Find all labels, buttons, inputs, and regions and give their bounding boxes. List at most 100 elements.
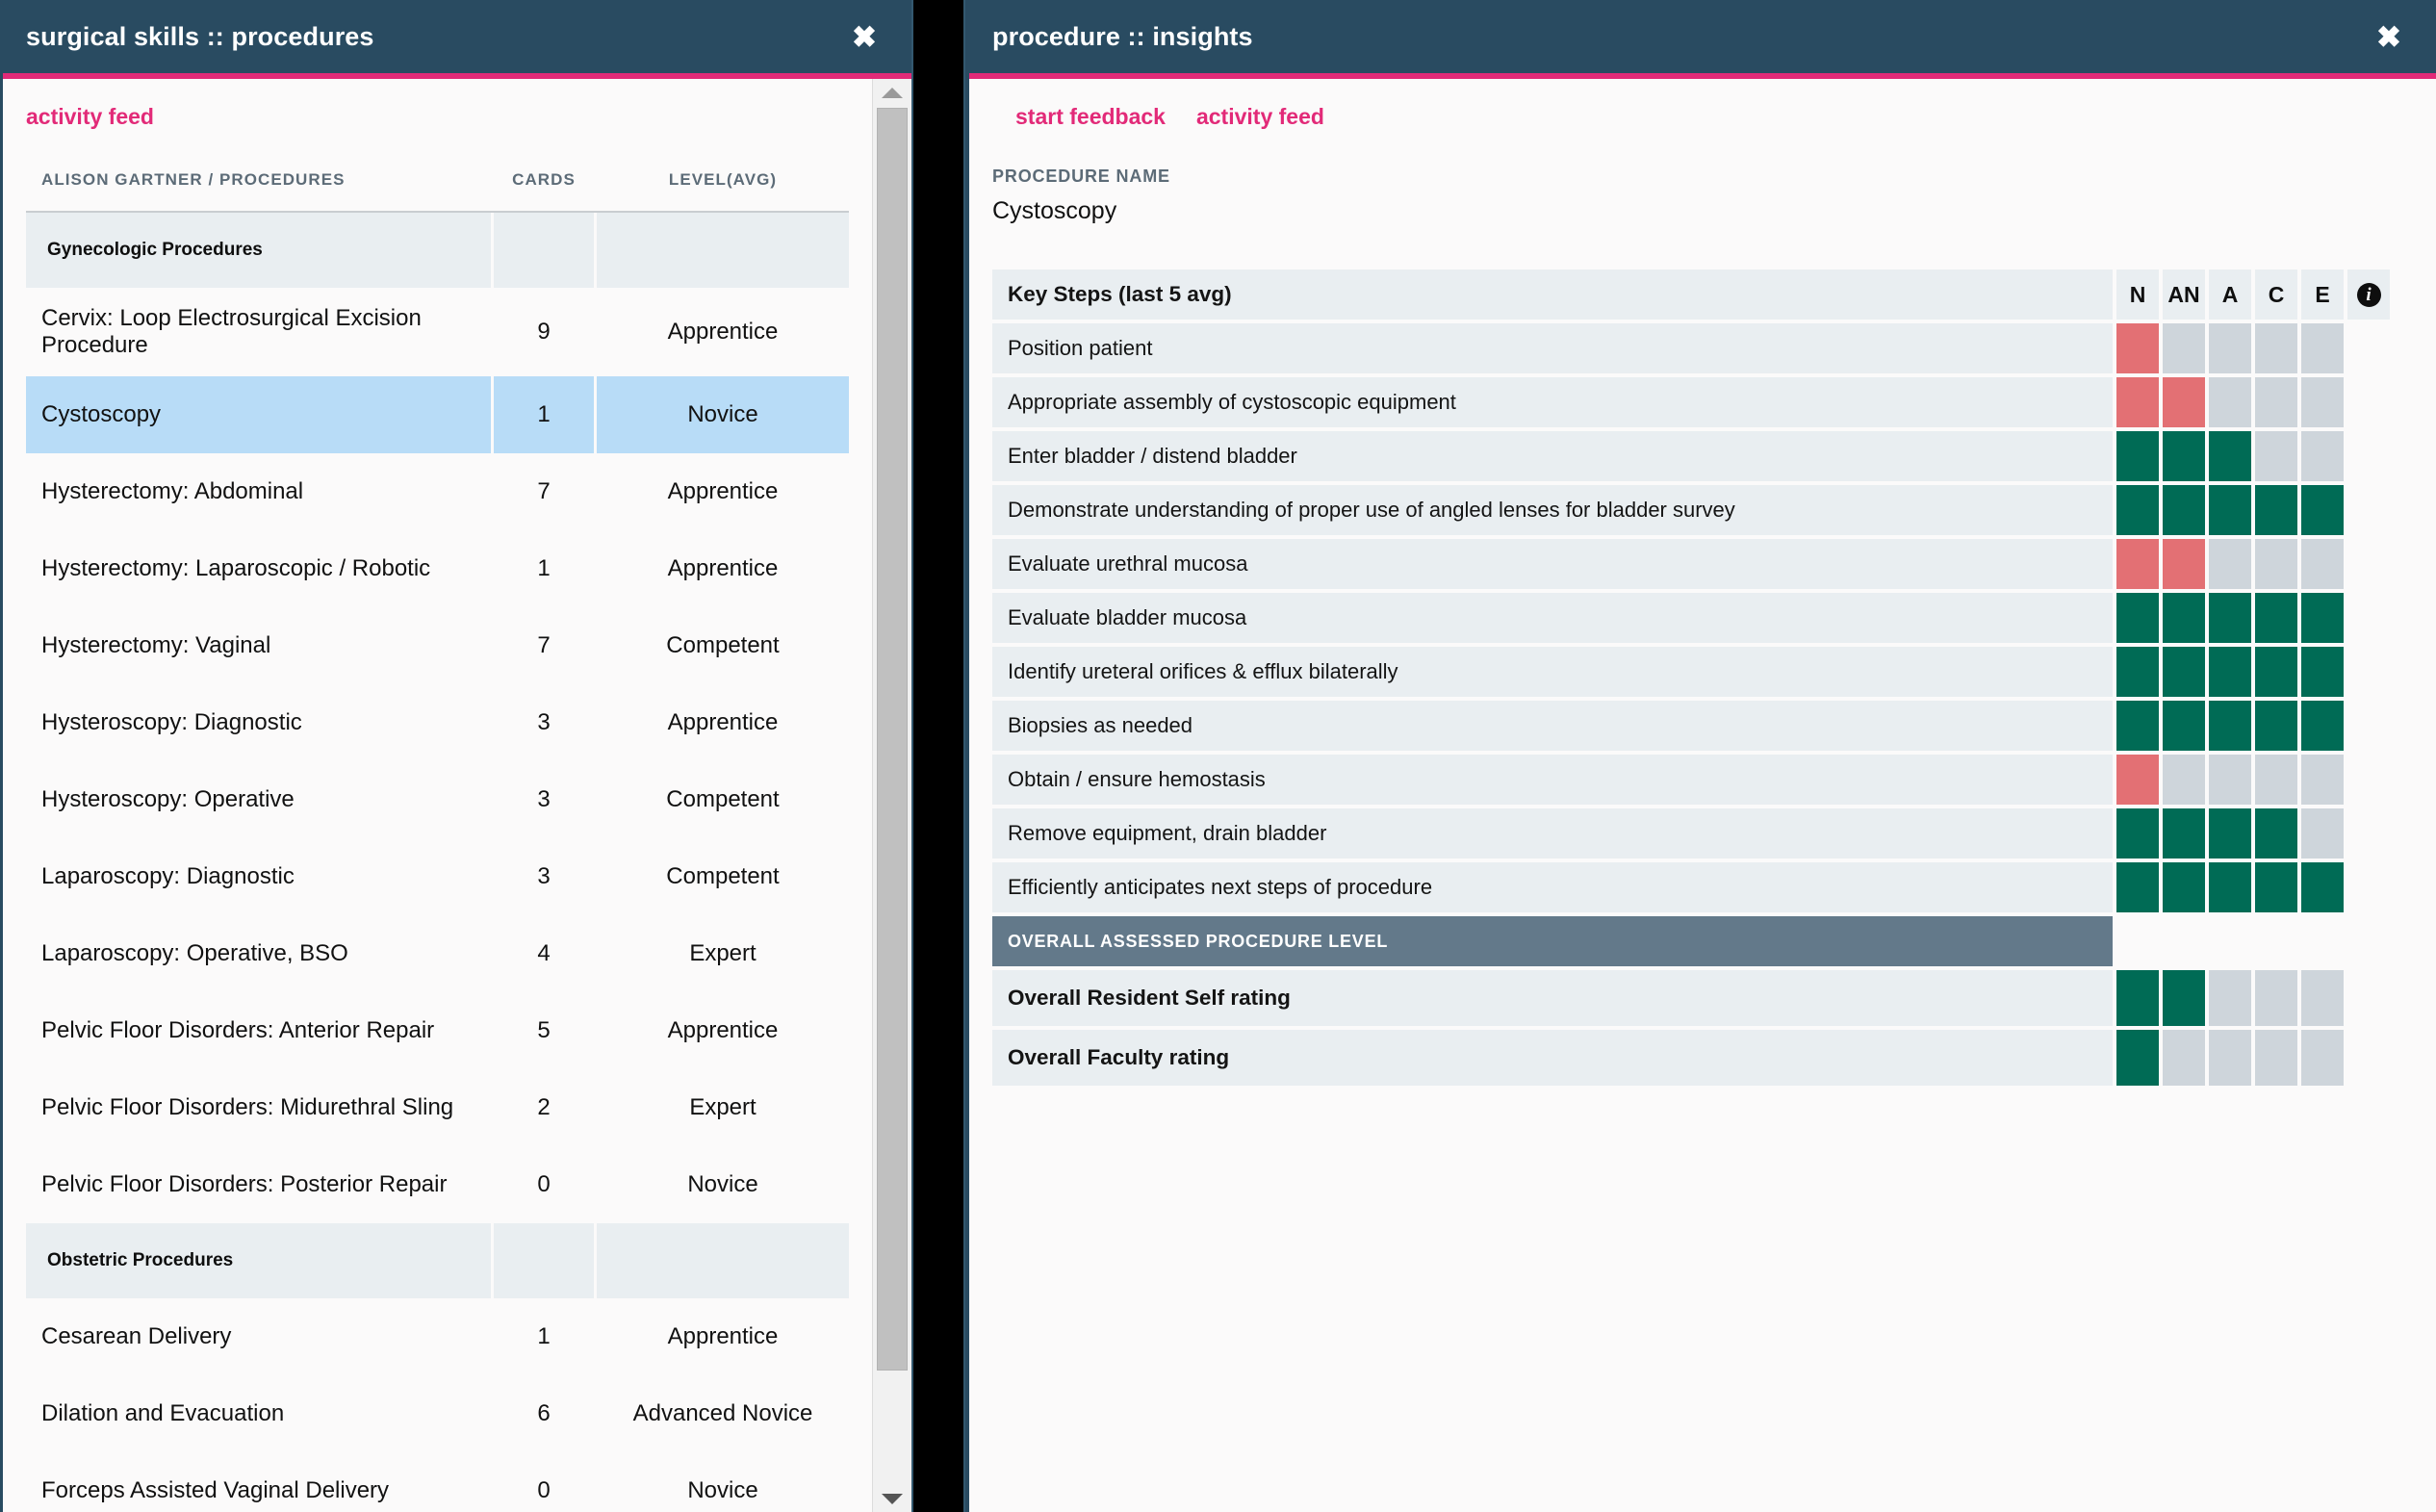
key-step-row[interactable]: Enter bladder / distend bladder xyxy=(992,431,2390,481)
rating-cells xyxy=(2113,808,2390,859)
procedure-cards: 9 xyxy=(537,319,551,345)
procedure-name: Hysteroscopy: Diagnostic xyxy=(41,709,302,735)
procedure-cards: 7 xyxy=(537,478,551,504)
procedure-name: Hysterectomy: Laparoscopic / Robotic xyxy=(41,555,431,581)
rating-cell-an xyxy=(2163,593,2205,643)
key-step-row[interactable]: Obtain / ensure hemostasis xyxy=(992,755,2390,805)
rating-cell-spacer xyxy=(2347,377,2390,427)
table-row[interactable]: Laparoscopy: Diagnostic 3 Competent xyxy=(26,838,849,915)
table-row[interactable]: Hysterectomy: Vaginal 7 Competent xyxy=(26,607,849,684)
insights-window-title: procedure :: insights xyxy=(992,21,1253,51)
key-step-label: Obtain / ensure hemostasis xyxy=(992,755,2113,805)
key-step-label: Efficiently anticipates next steps of pr… xyxy=(992,862,2113,912)
rating-cell-an xyxy=(2163,1030,2205,1086)
insights-body: start feedback activity feed PROCEDURE N… xyxy=(969,79,2436,1512)
rating-cell-c xyxy=(2255,808,2297,859)
overall-rating-row[interactable]: Overall Faculty rating xyxy=(992,1030,2390,1086)
overall-rating-row[interactable]: Overall Resident Self rating xyxy=(992,970,2390,1026)
key-step-row[interactable]: Remove equipment, drain bladder xyxy=(992,808,2390,859)
procedure-level xyxy=(597,1223,849,1298)
rating-cell-c xyxy=(2255,539,2297,589)
rating-cell-an xyxy=(2163,377,2205,427)
procedure-level: Competent xyxy=(666,786,780,812)
chevron-down-icon[interactable] xyxy=(873,1485,911,1512)
info-icon[interactable]: i xyxy=(2347,269,2390,320)
table-row[interactable]: Cervix: Loop Electrosurgical Excision Pr… xyxy=(26,288,849,376)
link-activity-feed[interactable]: activity feed xyxy=(26,104,154,130)
table-row[interactable]: Hysteroscopy: Operative 3 Competent xyxy=(26,761,849,838)
procedure-cards: 1 xyxy=(537,1323,551,1349)
key-step-row[interactable]: Position patient xyxy=(992,323,2390,373)
rating-cell-c xyxy=(2255,755,2297,805)
rating-cell-spacer xyxy=(2347,916,2390,966)
procedure-cards: 5 xyxy=(537,1017,551,1043)
table-row[interactable]: Pelvic Floor Disorders: Posterior Repair… xyxy=(26,1146,849,1223)
key-step-row[interactable]: Demonstrate understanding of proper use … xyxy=(992,485,2390,535)
rating-cell-c xyxy=(2255,323,2297,373)
rating-cell-an xyxy=(2163,862,2205,912)
procedure-name-label: PROCEDURE NAME xyxy=(992,167,1170,186)
column-header-level[interactable]: LEVEL(AVG) xyxy=(597,161,849,213)
rating-cell-n xyxy=(2116,485,2159,535)
key-step-row[interactable]: Efficiently anticipates next steps of pr… xyxy=(992,862,2390,912)
scale-header-c: C xyxy=(2255,269,2297,320)
key-step-label: Enter bladder / distend bladder xyxy=(992,431,2113,481)
rating-cell-a xyxy=(2209,862,2251,912)
table-row[interactable]: Cesarean Delivery 1 Apprentice xyxy=(26,1298,849,1375)
table-row[interactable]: Pelvic Floor Disorders: Anterior Repair 5… xyxy=(26,992,849,1069)
rating-cell-an xyxy=(2163,485,2205,535)
procedures-table-head: ALISON GARTNER / PROCEDURES CARDS LEVEL(… xyxy=(26,161,849,213)
rating-cell-n xyxy=(2116,755,2159,805)
rating-cell-c xyxy=(2255,970,2297,1026)
rating-cells xyxy=(2113,323,2390,373)
procedure-name: Hysterectomy: Abdominal xyxy=(41,478,304,504)
table-row[interactable]: Laparoscopy: Operative, BSO 4 Expert xyxy=(26,915,849,992)
rating-cells xyxy=(2113,755,2390,805)
procedure-name: Pelvic Floor Disorders: Midurethral Slin… xyxy=(41,1094,454,1120)
rating-cells xyxy=(2113,485,2390,535)
key-step-row[interactable]: Evaluate urethral mucosa xyxy=(992,539,2390,589)
rating-cells xyxy=(2113,862,2390,912)
close-icon[interactable]: ✖ xyxy=(2371,18,2407,56)
chevron-up-icon[interactable] xyxy=(873,79,911,106)
table-row-selected[interactable]: Cystoscopy 1 Novice xyxy=(26,376,849,453)
table-row[interactable]: Hysteroscopy: Diagnostic 3 Apprentice xyxy=(26,684,849,761)
column-header-name[interactable]: ALISON GARTNER / PROCEDURES xyxy=(26,161,491,213)
rating-cell-c xyxy=(2255,701,2297,751)
table-row[interactable]: Hysterectomy: Abdominal 7 Apprentice xyxy=(26,453,849,530)
rating-cell-e xyxy=(2301,377,2344,427)
procedures-titlebar: surgical skills :: procedures ✖ xyxy=(3,0,911,79)
rating-cells xyxy=(2113,970,2390,1026)
key-step-label: Appropriate assembly of cystoscopic equi… xyxy=(992,377,2113,427)
key-step-row[interactable]: Appropriate assembly of cystoscopic equi… xyxy=(992,377,2390,427)
close-icon[interactable]: ✖ xyxy=(846,18,883,56)
procedure-name: Laparoscopy: Diagnostic xyxy=(41,863,295,889)
scale-header-cells: N AN A C Ei xyxy=(2113,269,2390,320)
rating-cells xyxy=(2113,1030,2390,1086)
procedures-scrollbar[interactable] xyxy=(872,79,911,1512)
procedure-cards: 3 xyxy=(537,863,551,889)
scrollbar-thumb[interactable] xyxy=(877,108,908,1371)
rating-cell-n xyxy=(2116,539,2159,589)
table-row[interactable]: Dilation and Evacuation 6 Advanced Novice xyxy=(26,1375,849,1452)
key-step-row[interactable]: Identify ureteral orifices & efflux bila… xyxy=(992,647,2390,697)
rating-cell-spacer xyxy=(2347,808,2390,859)
rating-cell-an xyxy=(2163,755,2205,805)
procedures-header-row: ALISON GARTNER / PROCEDURES CARDS LEVEL(… xyxy=(26,161,849,213)
table-row[interactable]: Pelvic Floor Disorders: Midurethral Slin… xyxy=(26,1069,849,1146)
rating-cell-spacer xyxy=(2116,916,2159,966)
table-row[interactable]: Hysterectomy: Laparoscopic / Robotic 1 App… xyxy=(26,530,849,607)
key-step-row[interactable]: Evaluate bladder mucosa xyxy=(992,593,2390,643)
link-activity-feed[interactable]: activity feed xyxy=(1196,104,1324,130)
rating-cell-n xyxy=(2116,323,2159,373)
procedure-cards: 3 xyxy=(537,709,551,735)
insights-window: procedure :: insights ✖ start feedback a… xyxy=(965,0,2436,1512)
procedure-cards xyxy=(494,1223,594,1298)
procedure-level: Expert xyxy=(689,940,756,966)
key-step-row[interactable]: Biopsies as needed xyxy=(992,701,2390,751)
procedure-level: Novice xyxy=(687,1477,758,1503)
column-header-cards[interactable]: CARDS xyxy=(494,161,594,213)
link-start-feedback[interactable]: start feedback xyxy=(1015,104,1166,130)
table-row[interactable]: Forceps Assisted Vaginal Delivery 0 Novice xyxy=(26,1452,849,1512)
procedure-name: Cystoscopy xyxy=(26,376,491,453)
